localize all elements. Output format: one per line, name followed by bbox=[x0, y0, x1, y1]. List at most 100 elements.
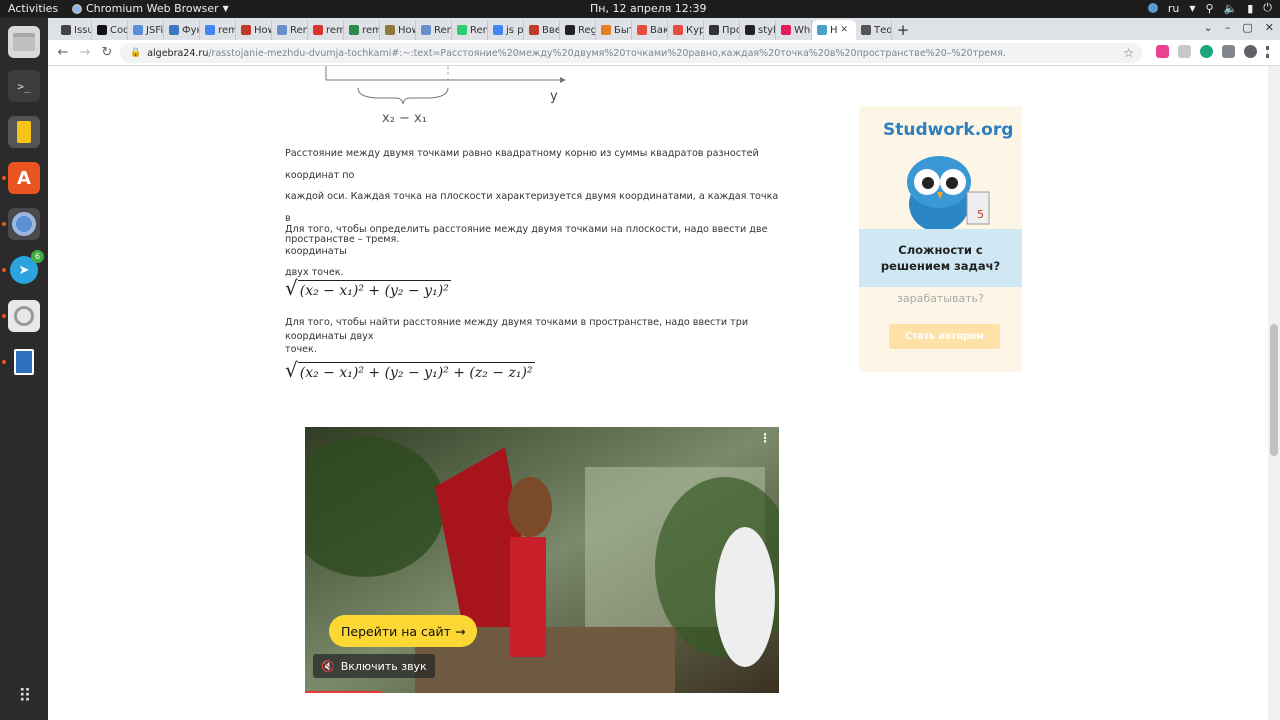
profile-avatar-icon[interactable] bbox=[1244, 45, 1257, 58]
brace bbox=[357, 87, 449, 105]
tab-label: How bbox=[254, 24, 271, 36]
dock-chromium[interactable] bbox=[8, 208, 40, 240]
browser-tab[interactable]: Issu bbox=[56, 20, 92, 40]
browser-tab[interactable]: rem bbox=[308, 20, 344, 40]
page-scrollbar[interactable] bbox=[1268, 66, 1280, 720]
owl-mascot-icon: 5 bbox=[907, 156, 990, 232]
tab-label: Н bbox=[830, 24, 838, 36]
extension-icon-pink[interactable] bbox=[1156, 45, 1169, 58]
dock: >_ A ➤ 6 ⠿ bbox=[0, 18, 48, 720]
browser-tab[interactable]: Cod bbox=[92, 20, 128, 40]
dock-document[interactable] bbox=[8, 346, 40, 378]
menu-kebab-icon[interactable] bbox=[1266, 45, 1270, 58]
window-controls: ⌄ – ▢ ✕ bbox=[1204, 21, 1274, 34]
mute-speaker-icon: 🔇 bbox=[321, 659, 335, 673]
scrollbar-thumb[interactable] bbox=[1270, 324, 1278, 456]
browser-tab[interactable]: Rem bbox=[272, 20, 308, 40]
browser-tab[interactable]: Вак bbox=[632, 20, 668, 40]
clock[interactable]: Пн, 12 апреля 12:39 bbox=[590, 2, 706, 15]
app-menu-label: Chromium Web Browser bbox=[86, 2, 219, 15]
settings-icon bbox=[14, 306, 34, 326]
reload-button[interactable]: ↻ bbox=[96, 45, 118, 60]
browser-tab[interactable]: rem bbox=[344, 20, 380, 40]
paragraph-line: точек. bbox=[285, 344, 317, 355]
tab-favicon-icon bbox=[745, 25, 755, 35]
running-indicator bbox=[2, 176, 6, 180]
browser-tab[interactable]: Теор bbox=[856, 20, 892, 40]
chromium-small-icon bbox=[72, 3, 82, 14]
browser-tab[interactable]: Про bbox=[704, 20, 740, 40]
browser-tab[interactable]: Rem bbox=[452, 20, 488, 40]
battery-icon[interactable]: ▮ bbox=[1247, 2, 1253, 15]
browser-tab[interactable]: stylu bbox=[740, 20, 776, 40]
dock-files[interactable] bbox=[8, 26, 40, 58]
app-indicator-icon[interactable] bbox=[1147, 3, 1158, 13]
browser-tab[interactable]: Regi bbox=[560, 20, 596, 40]
address-bar[interactable]: 🔒 algebra24.ru /rasstojanie-mezhdu-dvumj… bbox=[120, 43, 1142, 63]
dock-terminal[interactable]: >_ bbox=[8, 70, 40, 102]
back-button[interactable]: ← bbox=[52, 45, 74, 60]
formula-plane: √ (x₂ − x₁)² + (y₂ − y₁)² bbox=[285, 276, 451, 300]
grid-icon: ⠿ bbox=[18, 685, 31, 707]
browser-tab[interactable]: Rem bbox=[416, 20, 452, 40]
close-icon[interactable]: ✕ bbox=[1265, 21, 1274, 34]
volume-icon[interactable]: 🔈 bbox=[1224, 2, 1238, 15]
app-menu[interactable]: Chromium Web Browser ▼ bbox=[72, 2, 229, 15]
network-icon[interactable]: ⚲ bbox=[1205, 2, 1213, 15]
running-indicator bbox=[2, 360, 6, 364]
close-tab-icon[interactable]: ✕ bbox=[841, 25, 849, 35]
browser-tab[interactable]: How bbox=[380, 20, 416, 40]
show-applications-button[interactable]: ⠿ bbox=[8, 680, 40, 712]
new-tab-button[interactable]: + bbox=[892, 20, 914, 40]
browser-tab[interactable]: js pe bbox=[488, 20, 524, 40]
extension-icon-gray[interactable] bbox=[1178, 45, 1191, 58]
system-tray: ru ▼ ⚲ 🔈 ▮ ⏻ bbox=[1147, 1, 1272, 15]
tab-label: Про bbox=[722, 24, 740, 36]
activities-button[interactable]: Activities bbox=[8, 2, 58, 15]
language-indicator[interactable]: ru bbox=[1168, 2, 1180, 15]
browser-tab[interactable]: Фун bbox=[164, 20, 200, 40]
tab-label: JSFi bbox=[146, 24, 164, 36]
browser-tab[interactable]: How bbox=[236, 20, 272, 40]
minimize-icon[interactable]: – bbox=[1225, 21, 1231, 34]
browser-tab[interactable]: Быт bbox=[596, 20, 632, 40]
dock-app-store[interactable]: A bbox=[8, 162, 40, 194]
web-page: y x₂ − x₁ Расстояние между двумя точками… bbox=[48, 66, 1268, 720]
extensions-puzzle-icon[interactable] bbox=[1222, 45, 1235, 58]
bookmark-star-icon[interactable]: ☆ bbox=[1123, 46, 1134, 60]
browser-tab[interactable]: rem bbox=[200, 20, 236, 40]
browser-tab[interactable]: Whe bbox=[776, 20, 812, 40]
browser-tab[interactable]: Вве bbox=[524, 20, 560, 40]
video-progress-bar[interactable] bbox=[305, 691, 381, 693]
dock-settings[interactable] bbox=[8, 300, 40, 332]
studwork-ad[interactable]: Studwork.org 5 Сложности с решением зада… bbox=[859, 106, 1022, 372]
dock-telegram[interactable]: ➤ 6 bbox=[8, 250, 44, 286]
extension-icon-green[interactable] bbox=[1200, 45, 1213, 58]
power-icon[interactable]: ⏻ bbox=[1263, 1, 1272, 15]
brace-label: x₂ − x₁ bbox=[382, 111, 427, 126]
tab-favicon-icon bbox=[349, 25, 359, 35]
tab-search-icon[interactable]: ⌄ bbox=[1204, 21, 1213, 34]
become-author-button[interactable]: Стать автором bbox=[889, 324, 1000, 349]
running-indicator bbox=[2, 314, 6, 318]
paragraph-line: Для того, чтобы найти расстояние между д… bbox=[285, 317, 749, 342]
tab-favicon-icon bbox=[493, 25, 503, 35]
tab-favicon-icon bbox=[97, 25, 107, 35]
more-options-icon[interactable]: ⋮ bbox=[759, 431, 771, 445]
video-ad[interactable]: ⋮ Перейти на сайт → 🔇 Включить звук bbox=[305, 427, 779, 693]
dock-calculator[interactable] bbox=[8, 116, 40, 148]
browser-tab[interactable]: Кур bbox=[668, 20, 704, 40]
lock-icon[interactable]: 🔒 bbox=[130, 48, 141, 58]
studwork-logo[interactable]: Studwork.org bbox=[883, 120, 1013, 140]
maximize-icon[interactable]: ▢ bbox=[1242, 21, 1252, 34]
forward-button[interactable]: → bbox=[74, 45, 96, 60]
tab-label: rem bbox=[218, 24, 236, 36]
browser-tab[interactable]: JSFi bbox=[128, 20, 164, 40]
tab-favicon-icon bbox=[673, 25, 683, 35]
browser-tab[interactable]: Н ✕ bbox=[812, 20, 856, 40]
tab-label: Вве bbox=[542, 24, 560, 36]
files-icon bbox=[13, 33, 35, 51]
enable-sound-button[interactable]: 🔇 Включить звук bbox=[313, 654, 435, 678]
running-indicator bbox=[2, 222, 6, 226]
go-to-site-button[interactable]: Перейти на сайт → bbox=[329, 615, 478, 647]
